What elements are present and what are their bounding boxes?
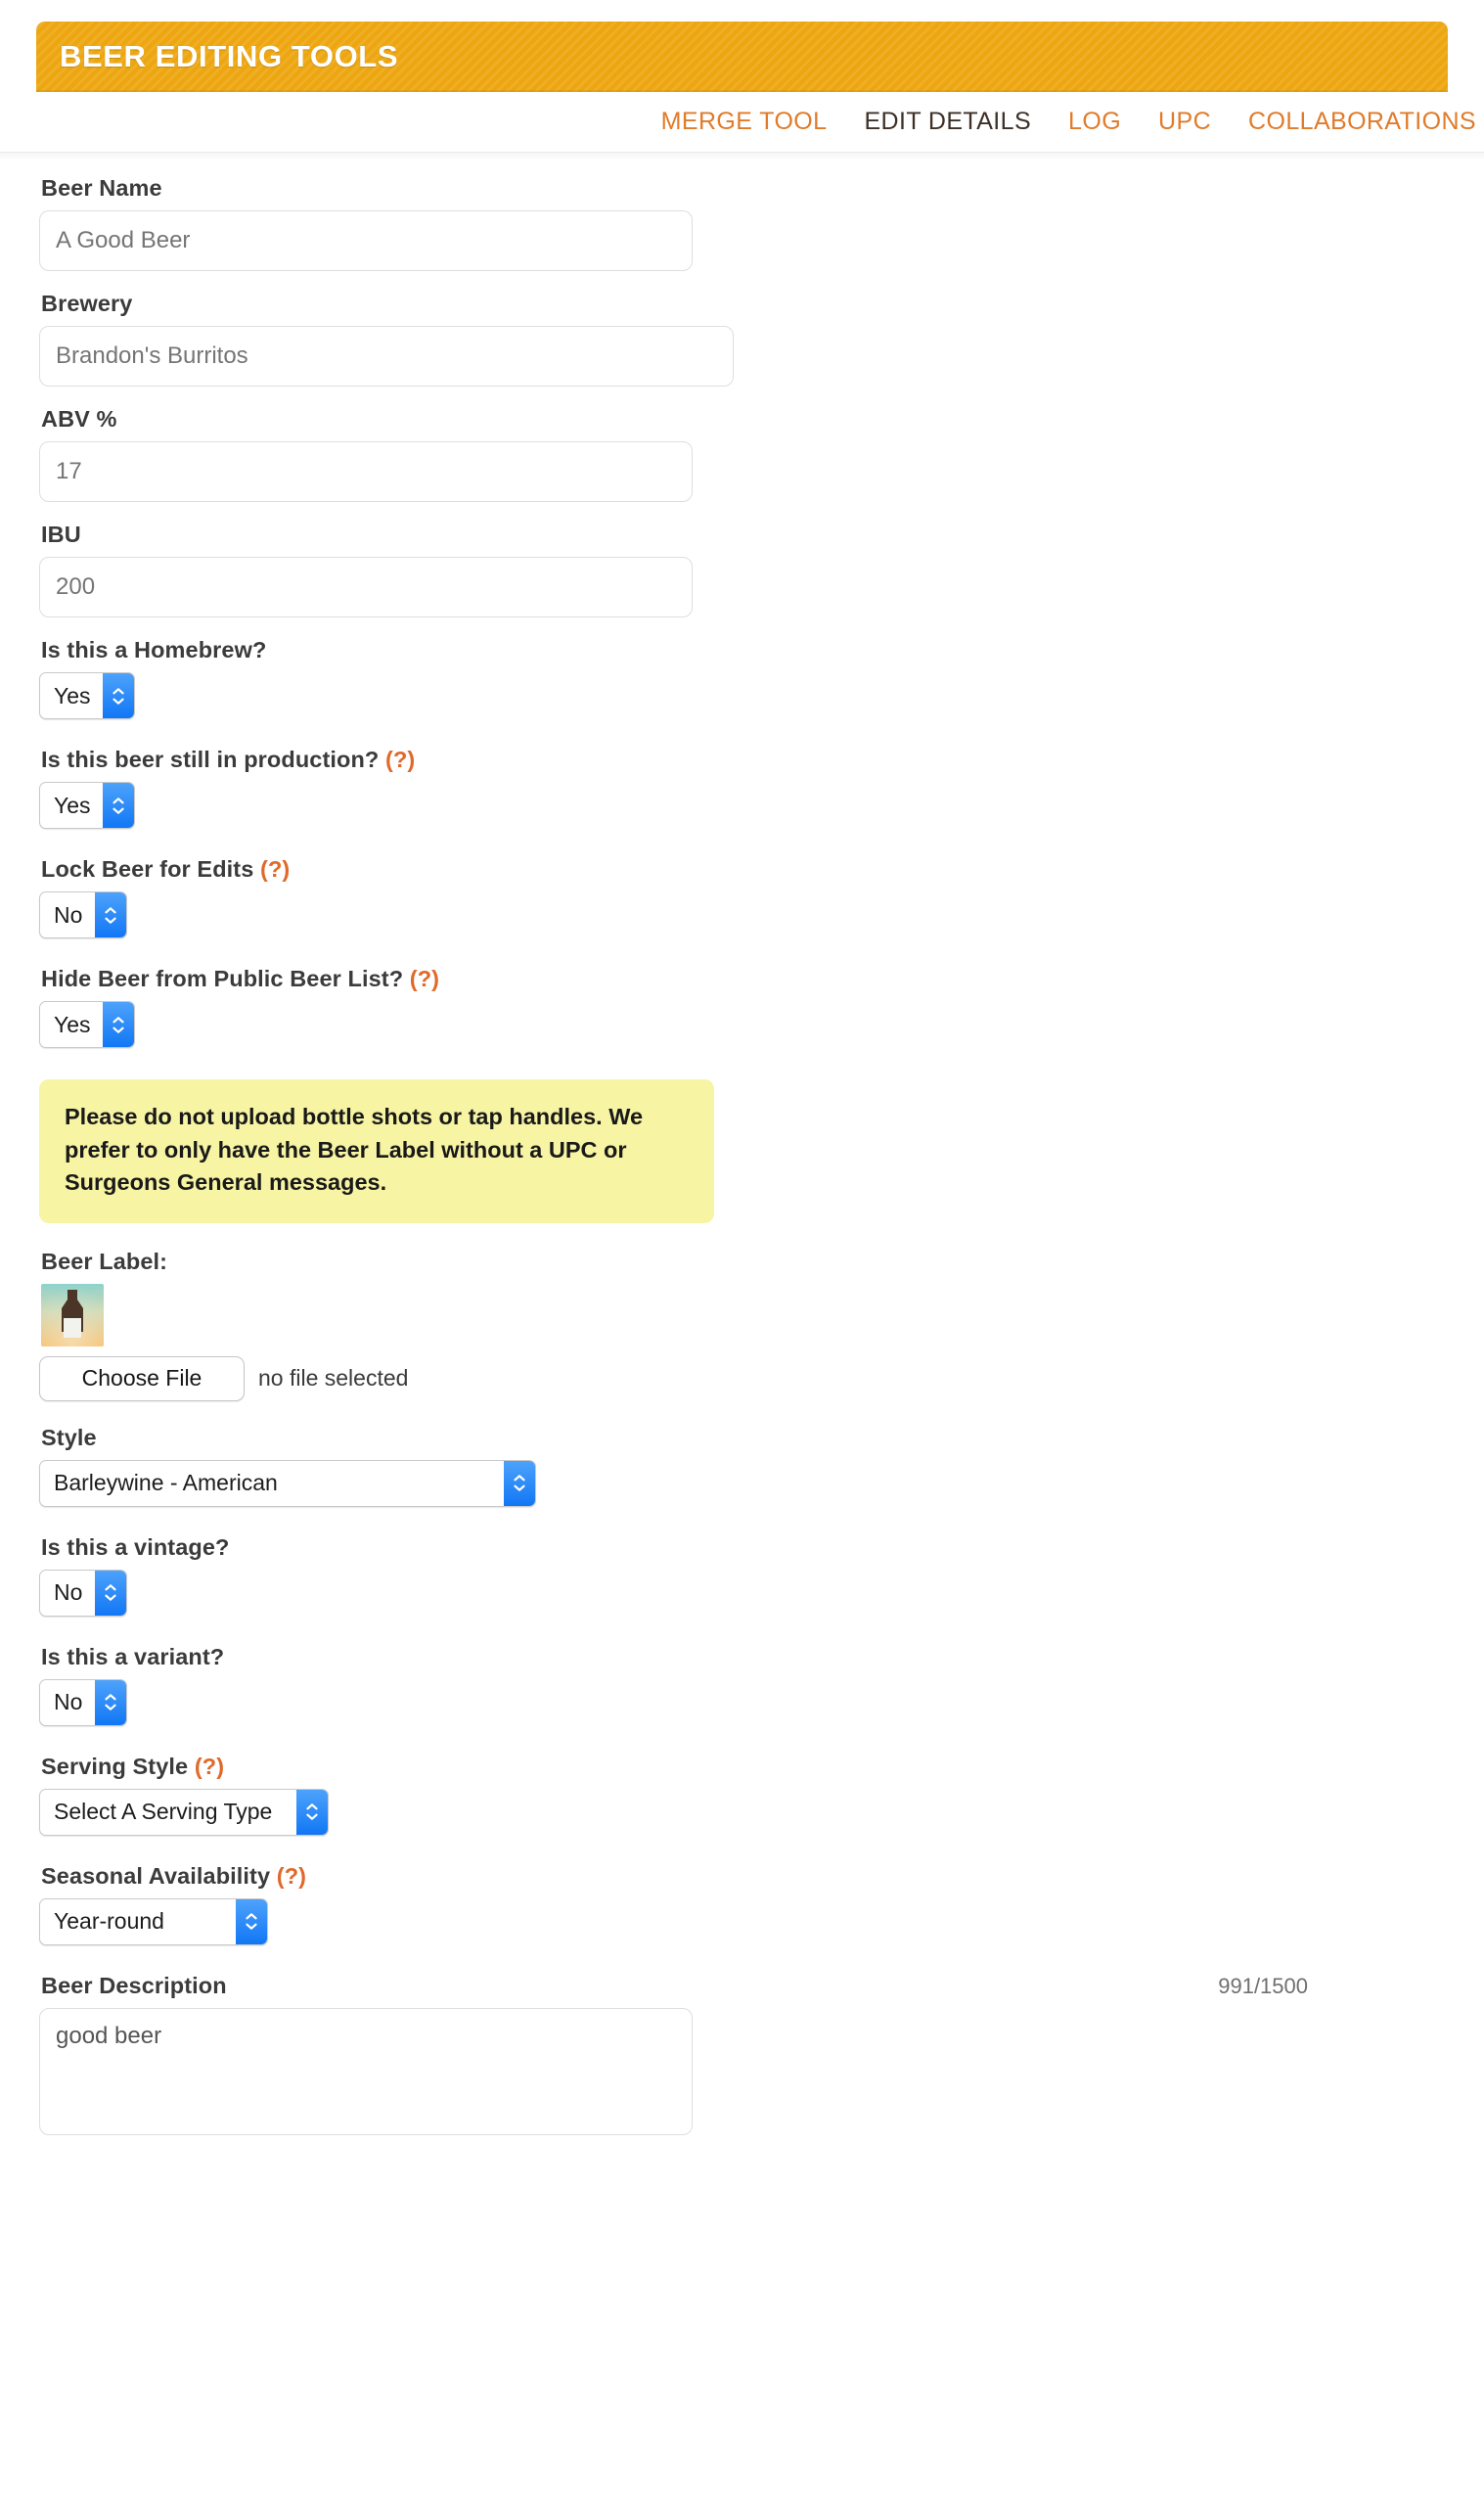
lock-edits-select[interactable]: No: [39, 891, 127, 938]
chevron-updown-icon[interactable]: [102, 1002, 134, 1047]
variant-select[interactable]: No: [39, 1678, 127, 1726]
beer-bottle-placeholder-icon: [41, 1283, 104, 1346]
tab-merge-tool[interactable]: MERGE TOOL: [661, 108, 828, 136]
field-hide-from-list: Hide Beer from Public Beer List? (?) Yes: [39, 966, 1445, 1070]
beer-edit-form: Beer Name Brewery ABV % IBU Is this a Ho…: [0, 175, 1484, 2135]
field-in-production: Is this beer still in production? (?) Ye…: [39, 747, 1445, 850]
tab-log[interactable]: LOG: [1068, 108, 1121, 136]
style-select[interactable]: Barleywine - American: [39, 1459, 536, 1507]
field-lock-edits: Lock Beer for Edits (?) No: [39, 856, 1445, 960]
brewery-input[interactable]: [39, 326, 734, 387]
ibu-label: IBU: [41, 522, 81, 547]
page-title: BEER EDITING TOOLS: [60, 39, 399, 73]
serving-style-label: Serving Style (?): [41, 1754, 1445, 1780]
serving-style-label-text: Serving Style: [41, 1753, 189, 1779]
field-variant: Is this a variant? No: [39, 1644, 1445, 1748]
style-select-value: Barleywine - American: [54, 1470, 278, 1496]
beer-name-label: Beer Name: [41, 175, 162, 201]
lock-edits-select-value: No: [54, 901, 83, 928]
tab-upc[interactable]: UPC: [1158, 108, 1211, 136]
variant-select-value: No: [54, 1689, 83, 1715]
in-production-select-value: Yes: [54, 792, 91, 818]
chevron-updown-icon[interactable]: [102, 783, 134, 828]
field-seasonal: Seasonal Availability (?) Year-round: [39, 1863, 1445, 1967]
lock-edits-help-icon[interactable]: (?): [260, 856, 290, 882]
ibu-input[interactable]: [39, 557, 693, 617]
in-production-select[interactable]: Yes: [39, 782, 135, 829]
hide-from-list-label-text: Hide Beer from Public Beer List?: [41, 966, 404, 991]
beer-name-input[interactable]: [39, 210, 693, 271]
chevron-updown-icon[interactable]: [296, 1789, 328, 1835]
tab-collaborations[interactable]: COLLABORATIONS: [1248, 108, 1476, 136]
vintage-label: Is this a vintage?: [41, 1533, 230, 1560]
chevron-updown-icon[interactable]: [95, 1679, 126, 1725]
tab-edit-details[interactable]: EDIT DETAILS: [864, 108, 1031, 136]
brewery-label: Brewery: [41, 291, 133, 316]
field-style: Style Barleywine - American: [39, 1425, 1445, 1528]
field-description: Beer Description 991/1500 good beer: [39, 1973, 1445, 2135]
in-production-label-text: Is this beer still in production?: [41, 747, 380, 772]
seasonal-help-icon[interactable]: (?): [277, 1863, 306, 1889]
seasonal-select[interactable]: Year-round: [39, 1897, 268, 1945]
hide-from-list-select-value: Yes: [54, 1011, 91, 1037]
abv-label: ABV %: [41, 406, 117, 432]
field-vintage: Is this a vintage? No: [39, 1534, 1445, 1638]
variant-label: Is this a variant?: [41, 1643, 225, 1669]
serving-style-select[interactable]: Select A Serving Type: [39, 1788, 329, 1836]
description-textarea[interactable]: good beer: [39, 2007, 693, 2135]
seasonal-label: Seasonal Availability (?): [41, 1863, 1445, 1890]
in-production-help-icon[interactable]: (?): [385, 747, 415, 772]
hide-from-list-label: Hide Beer from Public Beer List? (?): [41, 966, 1445, 992]
field-ibu: IBU: [39, 522, 1445, 617]
choose-file-button[interactable]: Choose File: [39, 1355, 245, 1401]
chevron-updown-icon[interactable]: [504, 1460, 535, 1506]
abv-input[interactable]: [39, 441, 693, 502]
serving-style-select-value: Select A Serving Type: [54, 1799, 273, 1825]
hide-from-list-select[interactable]: Yes: [39, 1001, 135, 1048]
homebrew-label: Is this a Homebrew?: [41, 637, 267, 662]
field-beer-name: Beer Name: [39, 175, 1445, 271]
lock-edits-label: Lock Beer for Edits (?): [41, 856, 1445, 883]
chevron-updown-icon[interactable]: [236, 1898, 267, 1944]
field-beer-label: Beer Label: Choose File no file selected: [39, 1249, 1445, 1401]
description-label: Beer Description: [41, 1972, 227, 1998]
chevron-updown-icon[interactable]: [95, 892, 126, 937]
seasonal-label-text: Seasonal Availability: [41, 1862, 271, 1889]
upload-guidelines-notice: Please do not upload bottle shots or tap…: [39, 1079, 714, 1223]
style-label: Style: [41, 1424, 97, 1450]
tab-nav: MERGE TOOL EDIT DETAILS LOG UPC COLLABOR…: [0, 92, 1484, 152]
serving-style-help-icon[interactable]: (?): [195, 1754, 224, 1779]
description-char-counter: 991/1500: [1218, 1973, 1308, 1998]
vintage-select[interactable]: No: [39, 1569, 127, 1617]
field-brewery: Brewery: [39, 291, 1445, 387]
chevron-updown-icon[interactable]: [95, 1570, 126, 1616]
file-status-text: no file selected: [258, 1365, 409, 1391]
field-serving-style: Serving Style (?) Select A Serving Type: [39, 1754, 1445, 1857]
hide-from-list-help-icon[interactable]: (?): [410, 966, 439, 991]
header-divider: [0, 152, 1484, 161]
chevron-updown-icon[interactable]: [102, 673, 134, 718]
field-abv: ABV %: [39, 406, 1445, 502]
seasonal-select-value: Year-round: [54, 1908, 164, 1935]
file-upload-row: Choose File no file selected: [39, 1355, 1445, 1401]
header-banner-wrapper: BEER EDITING TOOLS: [0, 0, 1484, 92]
description-label-row: Beer Description 991/1500: [39, 1973, 1445, 2008]
header-banner: BEER EDITING TOOLS: [36, 22, 1448, 92]
vintage-select-value: No: [54, 1579, 83, 1606]
homebrew-select-value: Yes: [54, 682, 91, 708]
in-production-label: Is this beer still in production? (?): [41, 747, 1445, 773]
beer-label-label: Beer Label:: [41, 1248, 168, 1274]
field-homebrew: Is this a Homebrew? Yes: [39, 637, 1445, 741]
lock-edits-label-text: Lock Beer for Edits: [41, 856, 254, 882]
homebrew-select[interactable]: Yes: [39, 672, 135, 719]
